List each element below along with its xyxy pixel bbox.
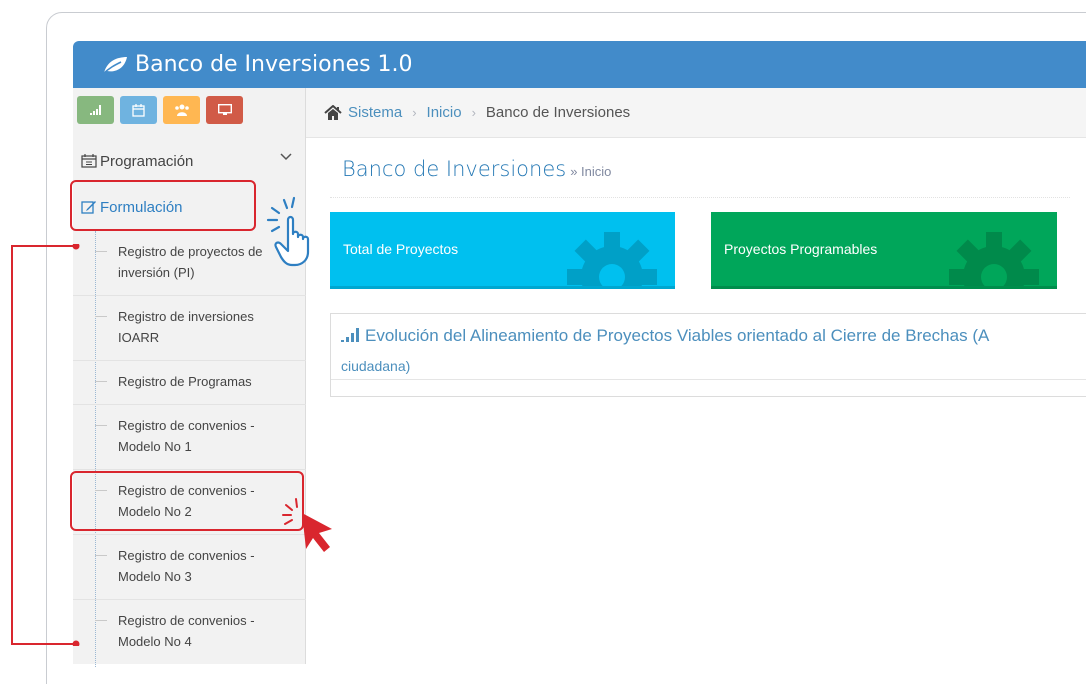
submenu-item-label: Registro de inversiones bbox=[118, 309, 254, 324]
submenu-item-registro-ioarr[interactable]: Registro de inversiones IOARR bbox=[73, 296, 306, 361]
users-icon bbox=[174, 104, 189, 116]
leaf-icon bbox=[102, 56, 127, 75]
submenu-item-convenios-1[interactable]: Registro de convenios - Modelo No 1 bbox=[73, 405, 306, 470]
page-subtitle: » Inicio bbox=[570, 164, 612, 179]
highlight-convenios-2 bbox=[70, 471, 304, 531]
card-label: Total de Proyectos bbox=[343, 241, 459, 257]
submenu-item-label: Registro de convenios - bbox=[118, 613, 255, 628]
submenu-item-label: Registro de Programas bbox=[118, 374, 252, 389]
card-label: Proyectos Programables bbox=[724, 241, 878, 257]
chevron-down-icon bbox=[280, 153, 292, 161]
hand-cursor-icon bbox=[266, 196, 310, 267]
submenu-item-label: Registro de convenios - bbox=[118, 418, 255, 433]
desktop-icon bbox=[217, 104, 232, 115]
app-header: Banco de Inversiones 1.0 bbox=[73, 41, 1086, 88]
signal-icon bbox=[89, 105, 101, 115]
signal-icon bbox=[341, 328, 359, 342]
sidebar-item-label: Programación bbox=[100, 152, 194, 170]
sidebar: Programación Formulación Registro de pro… bbox=[73, 88, 306, 667]
submenu-item-registro-programas[interactable]: Registro de Programas bbox=[73, 361, 306, 405]
breadcrumb: Sistema › Inicio › Banco de Inversiones bbox=[306, 88, 1086, 138]
panel-title-line2: ciudadana) bbox=[341, 358, 411, 374]
breadcrumb-separator-icon: › bbox=[471, 105, 476, 120]
shortcut-calendar-button[interactable] bbox=[120, 96, 157, 124]
breadcrumb-separator-icon: › bbox=[412, 105, 417, 120]
submenu-item-label-line2: inversión (PI) bbox=[118, 265, 195, 280]
panel-header: Evolución del Alineamiento de Proyectos … bbox=[331, 314, 1086, 380]
highlight-formulacion bbox=[70, 180, 256, 231]
breadcrumb-inicio[interactable]: Inicio bbox=[427, 104, 462, 121]
app-title: Banco de Inversiones 1.0 bbox=[135, 52, 413, 77]
chart-panel: Evolución del Alineamiento de Proyectos … bbox=[330, 313, 1086, 397]
card-proyectos-programables[interactable]: Proyectos Programables bbox=[711, 212, 1057, 289]
submenu-item-label-line2: Modelo No 1 bbox=[118, 439, 192, 454]
calendar-icon bbox=[132, 103, 145, 117]
sidebar-item-programacion[interactable]: Programación bbox=[73, 146, 306, 176]
home-icon bbox=[324, 104, 342, 120]
submenu-item-label: Registro de convenios - bbox=[118, 548, 255, 563]
breadcrumb-sistema[interactable]: Sistema bbox=[348, 104, 402, 121]
submenu-item-label-line2: IOARR bbox=[118, 330, 160, 345]
submenu-item-label-line2: Modelo No 3 bbox=[118, 569, 192, 584]
submenu-item-label-line2: Modelo No 4 bbox=[118, 634, 192, 649]
submenu-item-convenios-4[interactable]: Registro de convenios - Modelo No 4 bbox=[73, 600, 306, 665]
calendar-icon bbox=[81, 154, 97, 168]
shortcut-users-button[interactable] bbox=[163, 96, 200, 124]
gear-icon bbox=[567, 232, 657, 286]
gear-icon bbox=[949, 232, 1039, 286]
page-header: Banco de Inversiones » Inicio bbox=[330, 148, 1070, 198]
page-title: Banco de Inversiones bbox=[342, 157, 567, 181]
panel-title: Evolución del Alineamiento de Proyectos … bbox=[365, 326, 990, 345]
annotation-bracket bbox=[11, 244, 80, 646]
shortcut-desktop-button[interactable] bbox=[206, 96, 243, 124]
shortcut-signal-button[interactable] bbox=[77, 96, 114, 124]
breadcrumb-current: Banco de Inversiones bbox=[485, 104, 631, 121]
formulacion-submenu: Registro de proyectos de inversión (PI) … bbox=[73, 231, 306, 667]
sidebar-shortcuts bbox=[73, 88, 305, 124]
arrow-cursor-icon bbox=[282, 498, 332, 552]
card-total-proyectos[interactable]: Total de Proyectos bbox=[330, 212, 675, 289]
submenu-item-label: Registro de proyectos de bbox=[118, 244, 263, 259]
submenu-item-convenios-3[interactable]: Registro de convenios - Modelo No 3 bbox=[73, 535, 306, 600]
